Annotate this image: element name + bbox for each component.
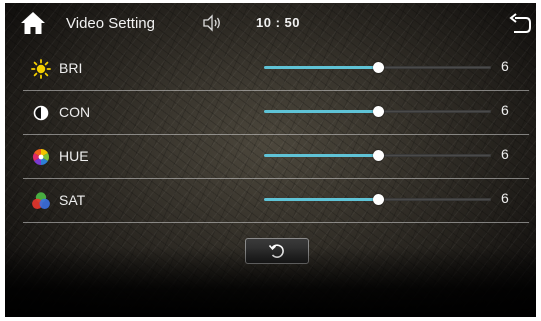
- brightness-slider[interactable]: [264, 60, 491, 76]
- saturation-slider[interactable]: [264, 192, 491, 208]
- setting-label: CON: [59, 104, 91, 120]
- sun-icon: [31, 59, 51, 79]
- slider-thumb[interactable]: [372, 106, 384, 117]
- bottom-fade: [5, 247, 536, 317]
- hue-slider[interactable]: [264, 148, 491, 164]
- slider-fill: [264, 66, 378, 69]
- setting-label: HUE: [59, 148, 89, 164]
- color-wheel-icon: [33, 149, 49, 165]
- contrast-slider[interactable]: [264, 104, 491, 120]
- saturation-icon: [32, 192, 50, 209]
- setting-value: 6: [501, 102, 509, 118]
- header-bar: Video Setting 10 : 50: [5, 3, 536, 43]
- setting-value: 6: [501, 146, 509, 162]
- video-setting-screen: Video Setting 10 : 50 BRI 6 CON 6 HUE 6 …: [5, 3, 536, 317]
- setting-row-hue: HUE 6: [23, 135, 535, 179]
- setting-row-sat: SAT 6: [23, 179, 535, 223]
- slider-fill: [264, 198, 378, 201]
- back-icon[interactable]: [508, 13, 532, 35]
- volume-icon[interactable]: [201, 13, 223, 33]
- setting-label: BRI: [59, 60, 83, 76]
- contrast-icon: [33, 105, 49, 121]
- setting-row-bri: BRI 6: [23, 47, 535, 91]
- slider-thumb[interactable]: [372, 62, 384, 73]
- clock: 10 : 50: [256, 15, 300, 30]
- home-icon[interactable]: [20, 11, 46, 35]
- slider-thumb[interactable]: [372, 150, 384, 161]
- slider-fill: [264, 110, 378, 113]
- divider: [23, 222, 529, 223]
- setting-value: 6: [501, 190, 509, 206]
- page-title: Video Setting: [66, 15, 155, 32]
- setting-value: 6: [501, 58, 509, 74]
- slider-thumb[interactable]: [372, 194, 384, 205]
- slider-fill: [264, 154, 378, 157]
- setting-label: SAT: [59, 192, 86, 208]
- setting-row-con: CON 6: [23, 91, 535, 135]
